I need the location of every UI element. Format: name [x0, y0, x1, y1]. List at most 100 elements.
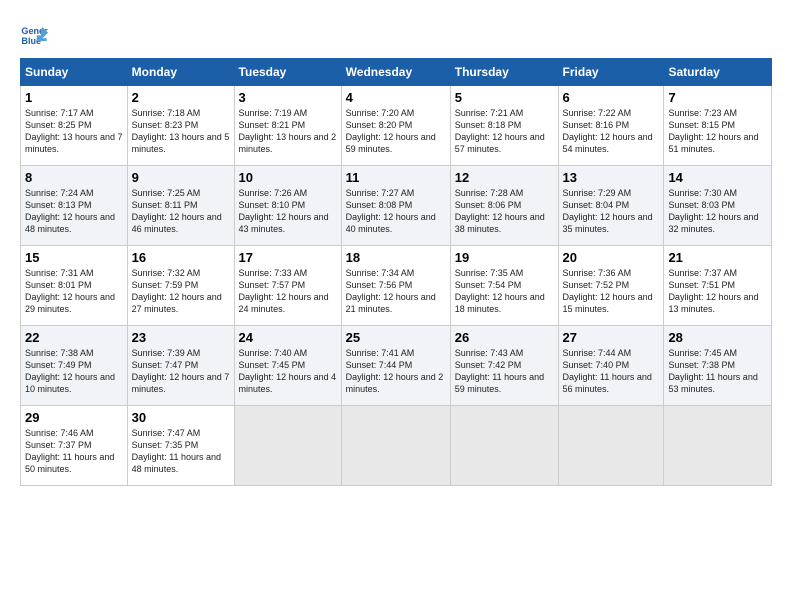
table-row: 5 Sunrise: 7:21 AM Sunset: 8:18 PM Dayli…	[450, 86, 558, 166]
col-header-saturday: Saturday	[664, 59, 772, 86]
page-header: General Blue	[20, 20, 772, 48]
table-row: 13 Sunrise: 7:29 AM Sunset: 8:04 PM Dayl…	[558, 166, 664, 246]
day-number: 6	[563, 90, 660, 105]
day-info: Sunrise: 7:27 AM Sunset: 8:08 PM Dayligh…	[346, 187, 446, 236]
table-row: 16 Sunrise: 7:32 AM Sunset: 7:59 PM Dayl…	[127, 246, 234, 326]
day-info: Sunrise: 7:30 AM Sunset: 8:03 PM Dayligh…	[668, 187, 767, 236]
day-number: 3	[239, 90, 337, 105]
day-info: Sunrise: 7:20 AM Sunset: 8:20 PM Dayligh…	[346, 107, 446, 156]
day-number: 13	[563, 170, 660, 185]
logo-icon: General Blue	[20, 20, 48, 48]
day-number: 16	[132, 250, 230, 265]
col-header-monday: Monday	[127, 59, 234, 86]
day-info: Sunrise: 7:32 AM Sunset: 7:59 PM Dayligh…	[132, 267, 230, 316]
day-info: Sunrise: 7:44 AM Sunset: 7:40 PM Dayligh…	[563, 347, 660, 396]
day-number: 22	[25, 330, 123, 345]
day-number: 17	[239, 250, 337, 265]
table-row	[234, 406, 341, 486]
day-info: Sunrise: 7:25 AM Sunset: 8:11 PM Dayligh…	[132, 187, 230, 236]
day-number: 7	[668, 90, 767, 105]
day-info: Sunrise: 7:38 AM Sunset: 7:49 PM Dayligh…	[25, 347, 123, 396]
table-row: 10 Sunrise: 7:26 AM Sunset: 8:10 PM Dayl…	[234, 166, 341, 246]
day-info: Sunrise: 7:35 AM Sunset: 7:54 PM Dayligh…	[455, 267, 554, 316]
day-number: 15	[25, 250, 123, 265]
day-number: 26	[455, 330, 554, 345]
day-info: Sunrise: 7:19 AM Sunset: 8:21 PM Dayligh…	[239, 107, 337, 156]
day-number: 18	[346, 250, 446, 265]
table-row	[558, 406, 664, 486]
col-header-sunday: Sunday	[21, 59, 128, 86]
day-info: Sunrise: 7:36 AM Sunset: 7:52 PM Dayligh…	[563, 267, 660, 316]
col-header-wednesday: Wednesday	[341, 59, 450, 86]
table-row: 29 Sunrise: 7:46 AM Sunset: 7:37 PM Dayl…	[21, 406, 128, 486]
day-number: 30	[132, 410, 230, 425]
table-row: 14 Sunrise: 7:30 AM Sunset: 8:03 PM Dayl…	[664, 166, 772, 246]
table-row: 3 Sunrise: 7:19 AM Sunset: 8:21 PM Dayli…	[234, 86, 341, 166]
table-row: 6 Sunrise: 7:22 AM Sunset: 8:16 PM Dayli…	[558, 86, 664, 166]
col-header-tuesday: Tuesday	[234, 59, 341, 86]
day-info: Sunrise: 7:41 AM Sunset: 7:44 PM Dayligh…	[346, 347, 446, 396]
table-row: 18 Sunrise: 7:34 AM Sunset: 7:56 PM Dayl…	[341, 246, 450, 326]
day-info: Sunrise: 7:23 AM Sunset: 8:15 PM Dayligh…	[668, 107, 767, 156]
table-row: 8 Sunrise: 7:24 AM Sunset: 8:13 PM Dayli…	[21, 166, 128, 246]
table-row: 24 Sunrise: 7:40 AM Sunset: 7:45 PM Dayl…	[234, 326, 341, 406]
day-info: Sunrise: 7:46 AM Sunset: 7:37 PM Dayligh…	[25, 427, 123, 476]
day-number: 10	[239, 170, 337, 185]
day-info: Sunrise: 7:18 AM Sunset: 8:23 PM Dayligh…	[132, 107, 230, 156]
table-row: 9 Sunrise: 7:25 AM Sunset: 8:11 PM Dayli…	[127, 166, 234, 246]
table-row: 28 Sunrise: 7:45 AM Sunset: 7:38 PM Dayl…	[664, 326, 772, 406]
table-row: 15 Sunrise: 7:31 AM Sunset: 8:01 PM Dayl…	[21, 246, 128, 326]
day-info: Sunrise: 7:39 AM Sunset: 7:47 PM Dayligh…	[132, 347, 230, 396]
day-number: 5	[455, 90, 554, 105]
day-info: Sunrise: 7:37 AM Sunset: 7:51 PM Dayligh…	[668, 267, 767, 316]
day-info: Sunrise: 7:43 AM Sunset: 7:42 PM Dayligh…	[455, 347, 554, 396]
table-row: 4 Sunrise: 7:20 AM Sunset: 8:20 PM Dayli…	[341, 86, 450, 166]
table-row	[341, 406, 450, 486]
day-number: 20	[563, 250, 660, 265]
day-info: Sunrise: 7:33 AM Sunset: 7:57 PM Dayligh…	[239, 267, 337, 316]
table-row: 30 Sunrise: 7:47 AM Sunset: 7:35 PM Dayl…	[127, 406, 234, 486]
day-number: 9	[132, 170, 230, 185]
day-info: Sunrise: 7:21 AM Sunset: 8:18 PM Dayligh…	[455, 107, 554, 156]
day-number: 4	[346, 90, 446, 105]
table-row: 23 Sunrise: 7:39 AM Sunset: 7:47 PM Dayl…	[127, 326, 234, 406]
table-row: 20 Sunrise: 7:36 AM Sunset: 7:52 PM Dayl…	[558, 246, 664, 326]
logo: General Blue	[20, 20, 50, 48]
day-number: 14	[668, 170, 767, 185]
table-row: 1 Sunrise: 7:17 AM Sunset: 8:25 PM Dayli…	[21, 86, 128, 166]
day-number: 24	[239, 330, 337, 345]
day-info: Sunrise: 7:45 AM Sunset: 7:38 PM Dayligh…	[668, 347, 767, 396]
table-row: 7 Sunrise: 7:23 AM Sunset: 8:15 PM Dayli…	[664, 86, 772, 166]
day-number: 25	[346, 330, 446, 345]
table-row: 11 Sunrise: 7:27 AM Sunset: 8:08 PM Dayl…	[341, 166, 450, 246]
day-info: Sunrise: 7:47 AM Sunset: 7:35 PM Dayligh…	[132, 427, 230, 476]
table-row: 2 Sunrise: 7:18 AM Sunset: 8:23 PM Dayli…	[127, 86, 234, 166]
table-row: 17 Sunrise: 7:33 AM Sunset: 7:57 PM Dayl…	[234, 246, 341, 326]
day-number: 29	[25, 410, 123, 425]
day-number: 11	[346, 170, 446, 185]
day-info: Sunrise: 7:31 AM Sunset: 8:01 PM Dayligh…	[25, 267, 123, 316]
table-row: 26 Sunrise: 7:43 AM Sunset: 7:42 PM Dayl…	[450, 326, 558, 406]
table-row	[450, 406, 558, 486]
table-row: 22 Sunrise: 7:38 AM Sunset: 7:49 PM Dayl…	[21, 326, 128, 406]
day-info: Sunrise: 7:26 AM Sunset: 8:10 PM Dayligh…	[239, 187, 337, 236]
day-info: Sunrise: 7:34 AM Sunset: 7:56 PM Dayligh…	[346, 267, 446, 316]
table-row: 25 Sunrise: 7:41 AM Sunset: 7:44 PM Dayl…	[341, 326, 450, 406]
table-row	[664, 406, 772, 486]
day-number: 12	[455, 170, 554, 185]
day-info: Sunrise: 7:29 AM Sunset: 8:04 PM Dayligh…	[563, 187, 660, 236]
day-number: 27	[563, 330, 660, 345]
day-number: 1	[25, 90, 123, 105]
day-number: 2	[132, 90, 230, 105]
day-info: Sunrise: 7:22 AM Sunset: 8:16 PM Dayligh…	[563, 107, 660, 156]
calendar-table: SundayMondayTuesdayWednesdayThursdayFrid…	[20, 58, 772, 486]
table-row: 19 Sunrise: 7:35 AM Sunset: 7:54 PM Dayl…	[450, 246, 558, 326]
table-row: 27 Sunrise: 7:44 AM Sunset: 7:40 PM Dayl…	[558, 326, 664, 406]
day-info: Sunrise: 7:40 AM Sunset: 7:45 PM Dayligh…	[239, 347, 337, 396]
day-number: 28	[668, 330, 767, 345]
day-number: 8	[25, 170, 123, 185]
day-number: 21	[668, 250, 767, 265]
day-number: 23	[132, 330, 230, 345]
table-row: 21 Sunrise: 7:37 AM Sunset: 7:51 PM Dayl…	[664, 246, 772, 326]
col-header-friday: Friday	[558, 59, 664, 86]
